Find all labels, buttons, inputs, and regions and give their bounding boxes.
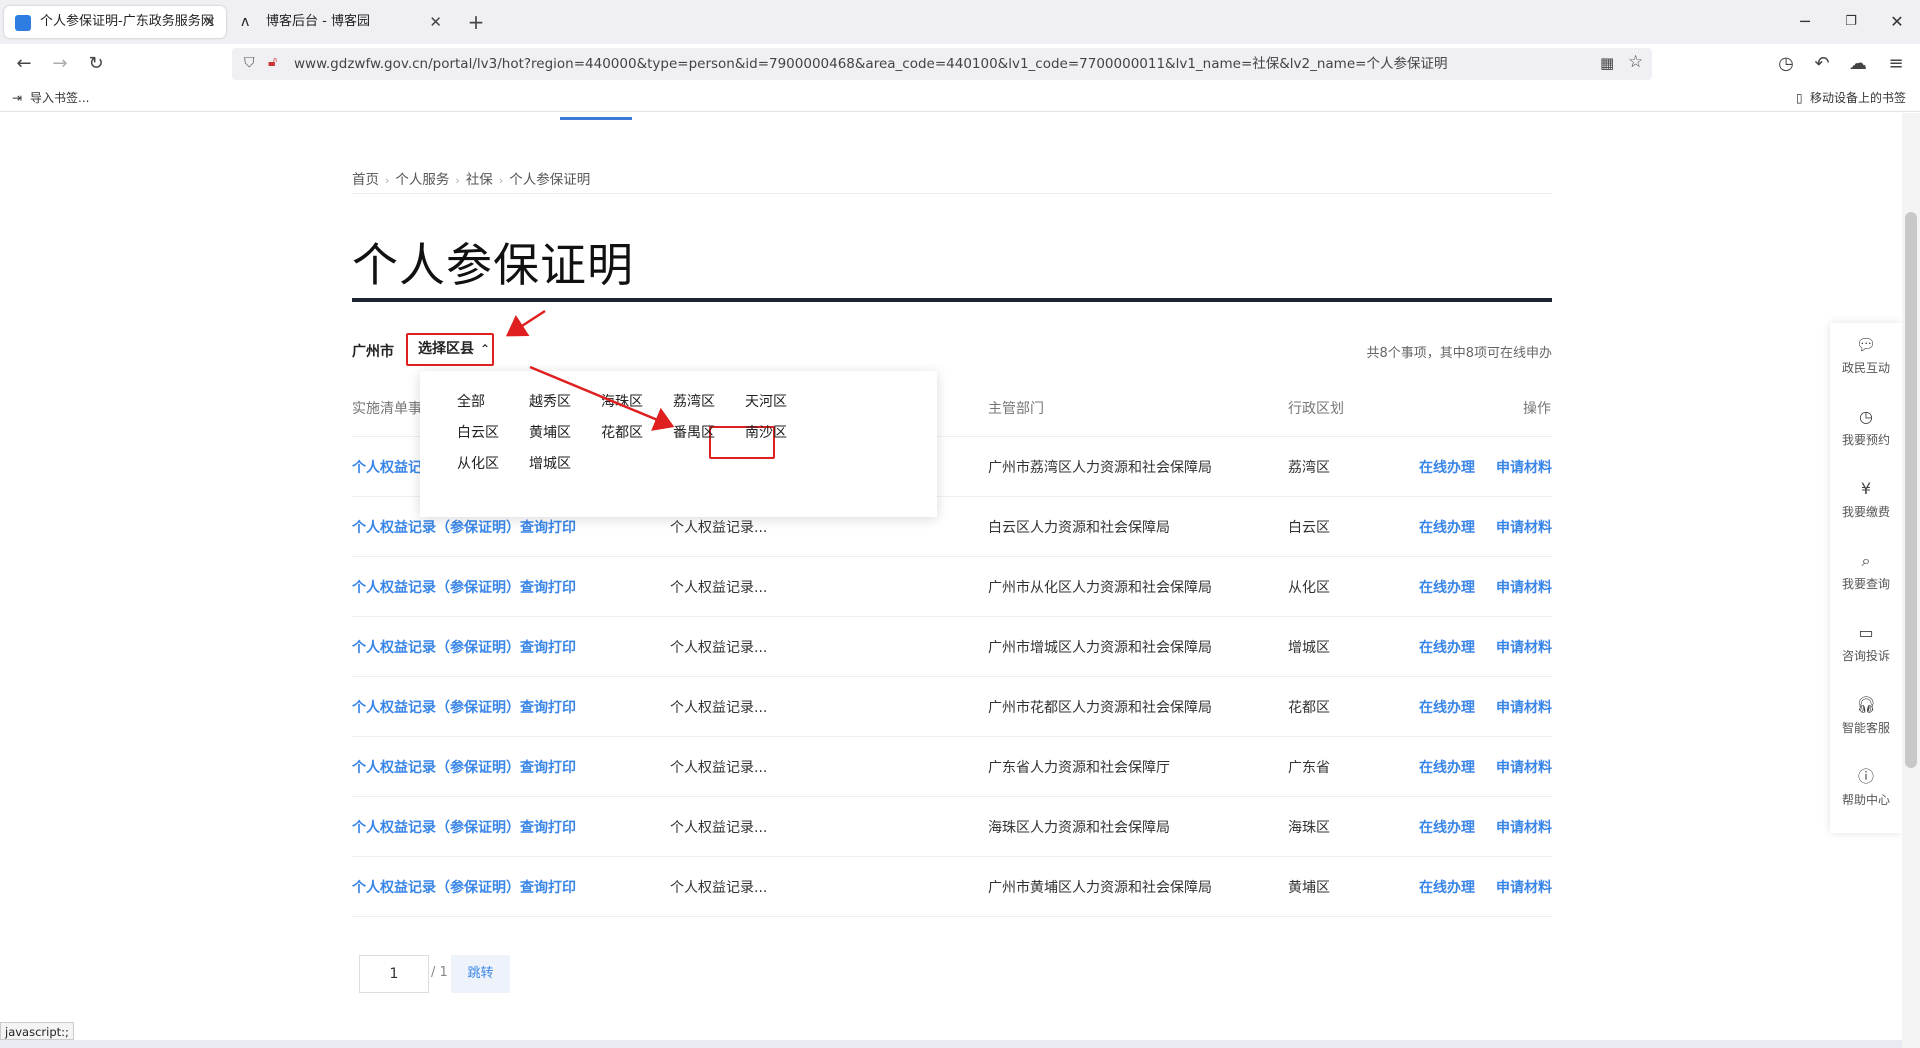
import-bookmarks-link[interactable]: 导入书签...	[30, 84, 89, 112]
taskbar-strip	[0, 1040, 1902, 1048]
search-icon: ⌕	[1861, 551, 1871, 570]
page-total: / 1	[431, 965, 448, 980]
sidebar-item[interactable]: ⌕ 我要查询	[1830, 551, 1902, 592]
sidebar-item[interactable]: 🎧︎ 智能客服	[1830, 695, 1902, 736]
sidebar-item-label: 我要查询	[1841, 577, 1890, 591]
sidebar-item[interactable]: ◷ 我要预约	[1830, 407, 1902, 448]
arrow-to-district-select	[505, 309, 546, 337]
sidebar-item-label: 咨询投诉	[1841, 649, 1890, 663]
sidebar-item-label: 政民互动	[1841, 361, 1890, 375]
shield-icon[interactable]: ⛉	[244, 55, 255, 71]
jump-button[interactable]: 跳转	[451, 955, 510, 993]
sidebar-item[interactable]: ▭ 咨询投诉	[1830, 623, 1902, 664]
back-icon[interactable]: ←	[10, 50, 38, 78]
annotation-arrows	[505, 309, 675, 431]
navigation-bar: ← → ↻ ⛉ 🔓︎ www.gdzwfw.gov.cn/portal/lv3/…	[0, 44, 1920, 84]
tab-title: 个人参保证明-广东政务服务网	[40, 14, 214, 29]
tab-bar: 个人参保证明-广东政务服务网 ✕ ʌ 博客后台 - 博客园 ✕ + ─ ❐ ✕	[0, 0, 1920, 44]
page-content: 首页 › 个人服务 › 社保 › 个人参保证明 个人参保证明 广州市 选择区县 ⌃ 共8个事…	[0, 113, 1902, 1048]
undo-icon[interactable]: ↶	[1808, 50, 1836, 78]
scrollbar-thumb[interactable]	[1905, 212, 1917, 768]
help-icon: ⓘ	[1857, 767, 1874, 786]
sidebar-item-label: 我要预约	[1841, 433, 1890, 447]
sidebar-item-label: 我要缴费	[1841, 505, 1890, 519]
chat-icon: 💬︎	[1856, 335, 1877, 354]
address-bar[interactable]: ⛉ 🔓︎ www.gdzwfw.gov.cn/portal/lv3/hot?re…	[232, 48, 1652, 80]
clock-icon: ◷	[1859, 407, 1873, 426]
minimize-icon[interactable]: ─	[1790, 10, 1820, 34]
gdzwfw-favicon-icon	[15, 15, 31, 31]
close-tab-icon[interactable]: ✕	[203, 6, 216, 38]
close-tab-icon[interactable]: ✕	[429, 6, 442, 38]
floating-sidebar: 💬︎ 政民互动 ◷ 我要预约 ¥ 我要缴费 ⌕ 我要查询 ▭ 咨询投诉 🎧︎ 智能客服 ⓘ 帮助中心	[1830, 323, 1902, 833]
bookmark-bar: ⇥ 导入书签... ▯ 移动设备上的书签	[0, 84, 1920, 112]
mobile-bookmarks-link[interactable]: 移动设备上的书签	[1810, 84, 1906, 112]
payment-icon: ¥	[1860, 479, 1872, 498]
sidebar-item-label: 帮助中心	[1841, 793, 1890, 807]
cnblogs-favicon-icon: ʌ	[241, 14, 250, 30]
page-number-input[interactable]: 1	[359, 955, 429, 993]
window-close-icon[interactable]: ✕	[1882, 10, 1912, 34]
reload-icon[interactable]: ↻	[82, 50, 110, 78]
extensions-icon[interactable]: ☁	[1844, 50, 1872, 78]
mobile-device-icon: ▯	[1796, 91, 1803, 105]
sidebar-item[interactable]: ¥ 我要缴费	[1830, 479, 1902, 520]
restore-icon[interactable]: ❐	[1836, 10, 1866, 34]
bookmark-star-icon[interactable]: ☆	[1628, 52, 1643, 72]
arrow-to-panyu	[529, 365, 675, 431]
feedback-icon: ▭	[1858, 623, 1874, 642]
forward-icon[interactable]: →	[46, 50, 74, 78]
url-text[interactable]: www.gdzwfw.gov.cn/portal/lv3/hot?region=…	[294, 48, 1447, 80]
new-tab-icon[interactable]: +	[462, 8, 490, 36]
tab-inactive[interactable]: ʌ 博客后台 - 博客园 ✕	[230, 6, 452, 38]
tab-title: 博客后台 - 博客园	[266, 14, 370, 29]
tab-active[interactable]: 个人参保证明-广东政务服务网 ✕	[4, 6, 226, 38]
status-bar: javascript:;	[0, 1022, 74, 1040]
sidebar-item[interactable]: ⓘ 帮助中心	[1830, 767, 1902, 808]
sidebar-item[interactable]: 💬︎ 政民互动	[1830, 335, 1902, 376]
qr-code-icon[interactable]: ▦	[1600, 54, 1614, 72]
history-icon[interactable]: ◷	[1772, 50, 1800, 78]
menu-icon[interactable]: ≡	[1882, 50, 1910, 78]
import-bookmark-icon: ⇥	[12, 91, 23, 105]
headset-icon: 🎧︎	[1856, 695, 1877, 714]
sidebar-item-label: 智能客服	[1841, 721, 1890, 735]
insecure-lock-icon[interactable]: 🔓︎	[268, 54, 277, 70]
